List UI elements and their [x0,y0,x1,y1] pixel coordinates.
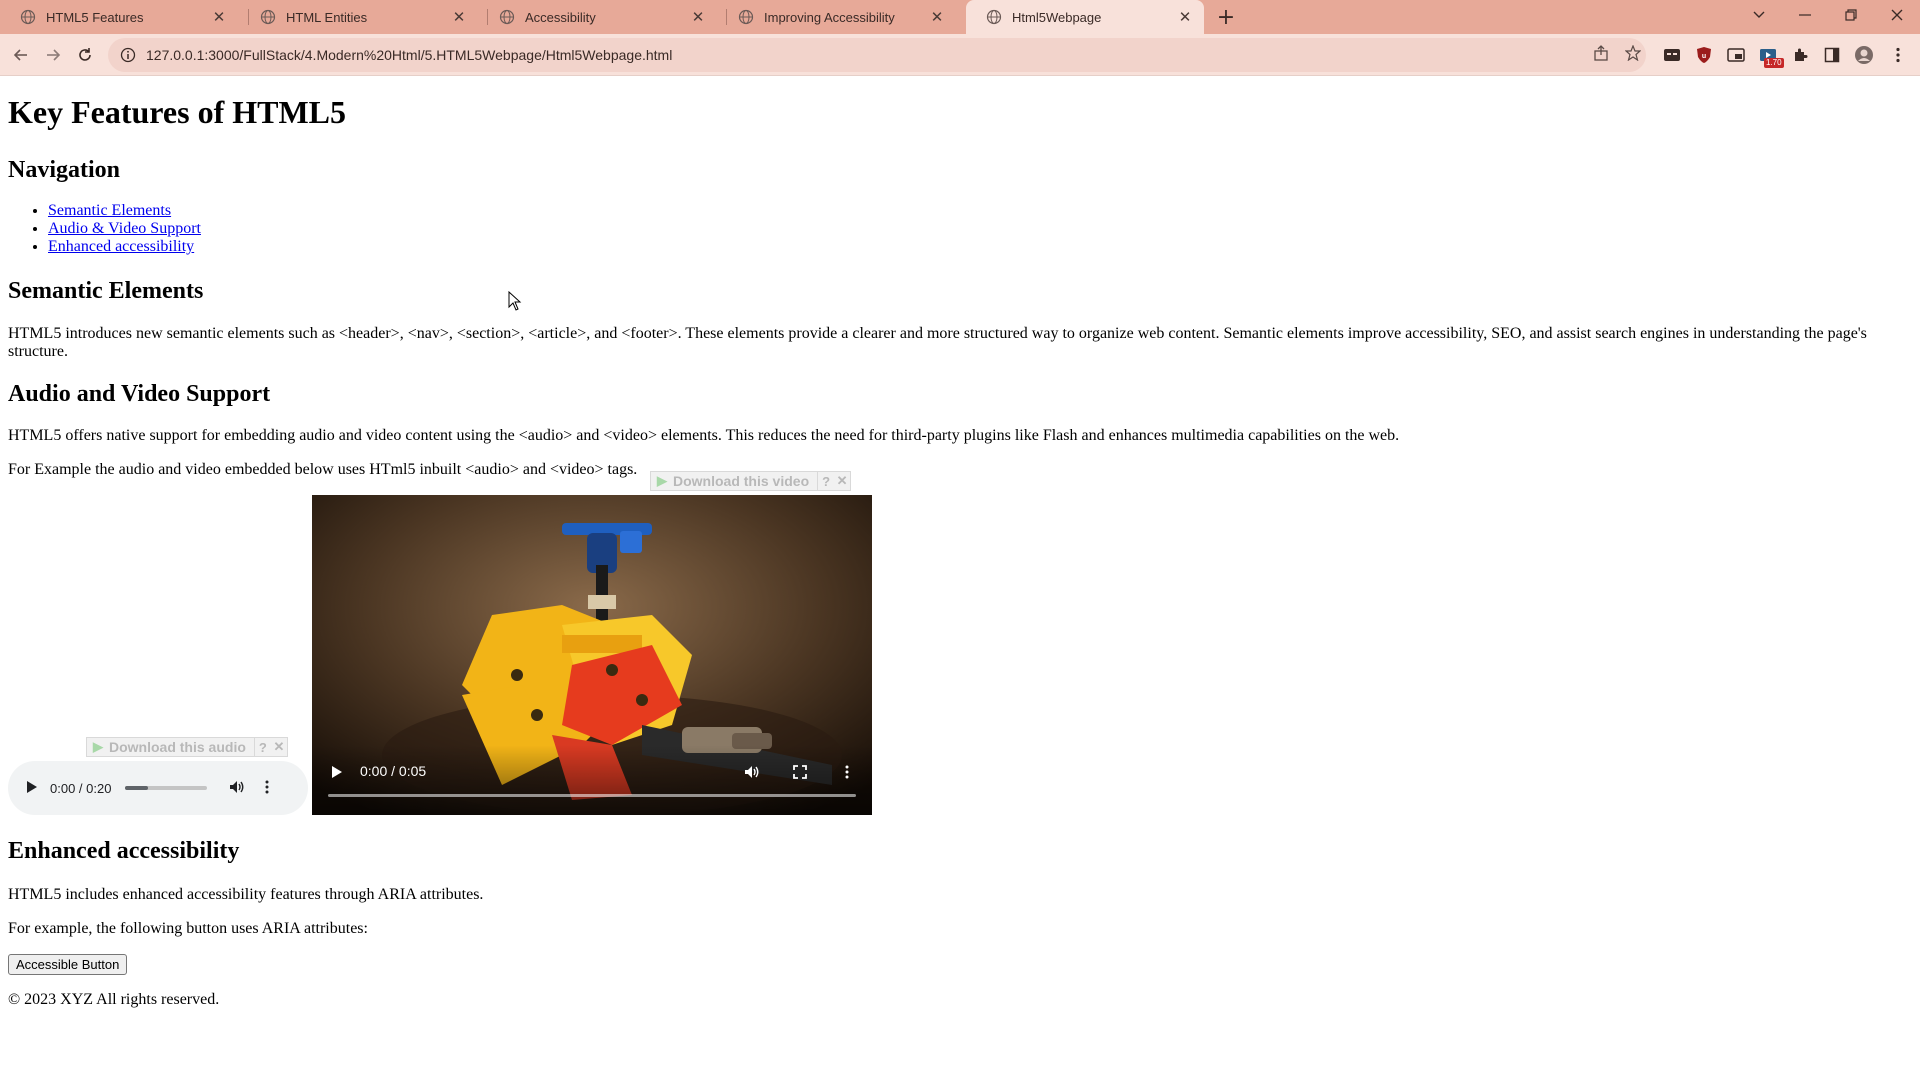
accessibility-example-paragraph: For example, the following button uses A… [8,920,368,937]
tab-accessibility[interactable]: Accessibility ✕ [479,0,717,34]
globe-icon [738,9,754,25]
close-icon[interactable]: ✕ [928,8,946,26]
page-title: Key Features of HTML5 [8,94,347,130]
semantic-paragraph: HTML5 introduces new semantic elements s… [8,325,1867,360]
new-tab-button[interactable]: + [1212,4,1240,30]
tab-strip: HTML5 Features ✕ HTML Entities ✕ Accessi… [0,0,1920,34]
close-icon[interactable]: ✕ [1176,8,1194,26]
tab-title: HTML5 Features [46,9,144,25]
list-item: Enhanced accessibility [48,238,201,256]
download-video-label: Download this video [673,473,810,489]
address-bar[interactable]: 127.0.0.1:3000/FullStack/4.Modern%20Html… [108,38,1646,72]
media-paragraph: HTML5 offers native support for embeddin… [8,427,1400,444]
extension-badge: 1.70 [1764,58,1784,68]
close-window-button[interactable] [1874,0,1920,30]
nav-link-semantic-elements[interactable]: Semantic Elements [48,202,171,219]
mouse-cursor-icon [508,291,522,311]
semantic-heading: Semantic Elements [8,278,204,304]
accessibility-heading: Enhanced accessibility [8,838,240,864]
tab-html5-features[interactable]: HTML5 Features ✕ [0,0,238,34]
download-video-bar[interactable]: ▶ Download this video ? ✕ [650,471,852,491]
picture-in-picture-icon[interactable] [1726,45,1746,65]
video-player[interactable]: 0:00 / 0:05 [312,495,872,815]
profile-avatar[interactable] [1854,45,1874,65]
close-icon[interactable]: ✕ [450,8,468,26]
video-controls: 0:00 / 0:05 [312,745,872,815]
play-icon[interactable] [326,761,348,783]
nav-list: Semantic Elements Audio & Video Support … [48,202,201,256]
ublock-shield-icon[interactable]: u [1694,45,1714,65]
close-icon[interactable]: ✕ [210,8,228,26]
info-icon[interactable] [120,47,136,63]
tab-html-entities[interactable]: HTML Entities ✕ [240,0,478,34]
restore-button[interactable] [1828,0,1874,30]
audio-time: 0:00 / 0:20 [50,780,112,796]
more-options-icon[interactable] [836,761,858,783]
media-example-paragraph: For Example the audio and video embedded… [8,461,638,478]
download-audio-bar[interactable]: ▶ Download this audio ? ✕ [86,737,288,757]
audio-progress-slider[interactable] [125,786,208,790]
play-icon: ▶ [657,473,667,488]
tab-improving-accessibility[interactable]: Improving Accessibility ✕ [718,0,956,34]
audio-player[interactable]: 0:00 / 0:20 [8,761,308,815]
tab-html5webpage[interactable]: Html5Webpage ✕ [966,0,1204,34]
fullscreen-icon[interactable] [789,761,811,783]
nav-link-audio-video[interactable]: Audio & Video Support [48,220,201,237]
web-page: Key Features of HTML5 Navigation Semanti… [0,76,1920,1076]
download-video-button[interactable]: ▶ Download this video [651,472,819,490]
video-time: 0:00 / 0:05 [360,763,427,779]
volume-icon[interactable] [229,780,245,797]
side-panel-icon[interactable] [1822,45,1842,65]
share-icon[interactable] [1590,42,1612,64]
globe-icon [986,9,1002,25]
footer-text: © 2023 XYZ All rights reserved. [8,991,220,1008]
list-item: Semantic Elements [48,202,201,220]
help-icon[interactable]: ? [818,474,834,489]
media-heading: Audio and Video Support [8,381,271,407]
tab-title: HTML Entities [286,9,368,25]
globe-icon [499,9,515,25]
play-icon[interactable] [26,780,38,797]
play-icon: ▶ [93,739,103,754]
extension-media-icon[interactable] [1662,45,1682,65]
close-icon[interactable]: ✕ [271,739,287,755]
tab-title: Accessibility [525,9,596,25]
list-item: Audio & Video Support [48,220,201,238]
back-button[interactable] [6,40,36,70]
globe-icon [260,9,276,25]
video-progress-slider[interactable] [328,794,856,797]
download-audio-button[interactable]: ▶ Download this audio [87,738,255,756]
audio-progress-fill [125,786,148,790]
close-icon[interactable]: ✕ [689,8,707,26]
minimize-button[interactable] [1782,0,1828,30]
svg-text:u: u [1702,53,1706,60]
download-audio-label: Download this audio [109,739,246,755]
url-text[interactable]: 127.0.0.1:3000/FullStack/4.Modern%20Html… [146,47,672,63]
forward-button[interactable] [38,40,68,70]
reload-button[interactable] [70,40,100,70]
accessibility-paragraph: HTML5 includes enhanced accessibility fe… [8,886,484,903]
globe-icon [20,9,36,25]
help-icon[interactable]: ? [255,740,271,755]
speed-extension-icon[interactable]: 1.70 [1758,45,1784,68]
navigation-heading: Navigation [8,157,121,183]
volume-icon[interactable] [741,761,763,783]
extensions-puzzle-icon[interactable] [1790,45,1810,65]
more-menu-icon[interactable] [1888,45,1908,65]
accessible-button[interactable]: Accessible Button [8,954,128,975]
tab-title: Improving Accessibility [764,9,895,25]
tab-search-icon[interactable] [1736,0,1782,30]
close-icon[interactable]: ✕ [834,473,850,489]
tab-title: Html5Webpage [1012,9,1102,25]
bookmark-star-icon[interactable] [1622,42,1644,64]
browser-toolbar: 127.0.0.1:3000/FullStack/4.Modern%20Html… [0,34,1920,76]
nav-link-enhanced-accessibility[interactable]: Enhanced accessibility [48,238,194,255]
more-options-icon[interactable] [265,780,269,797]
